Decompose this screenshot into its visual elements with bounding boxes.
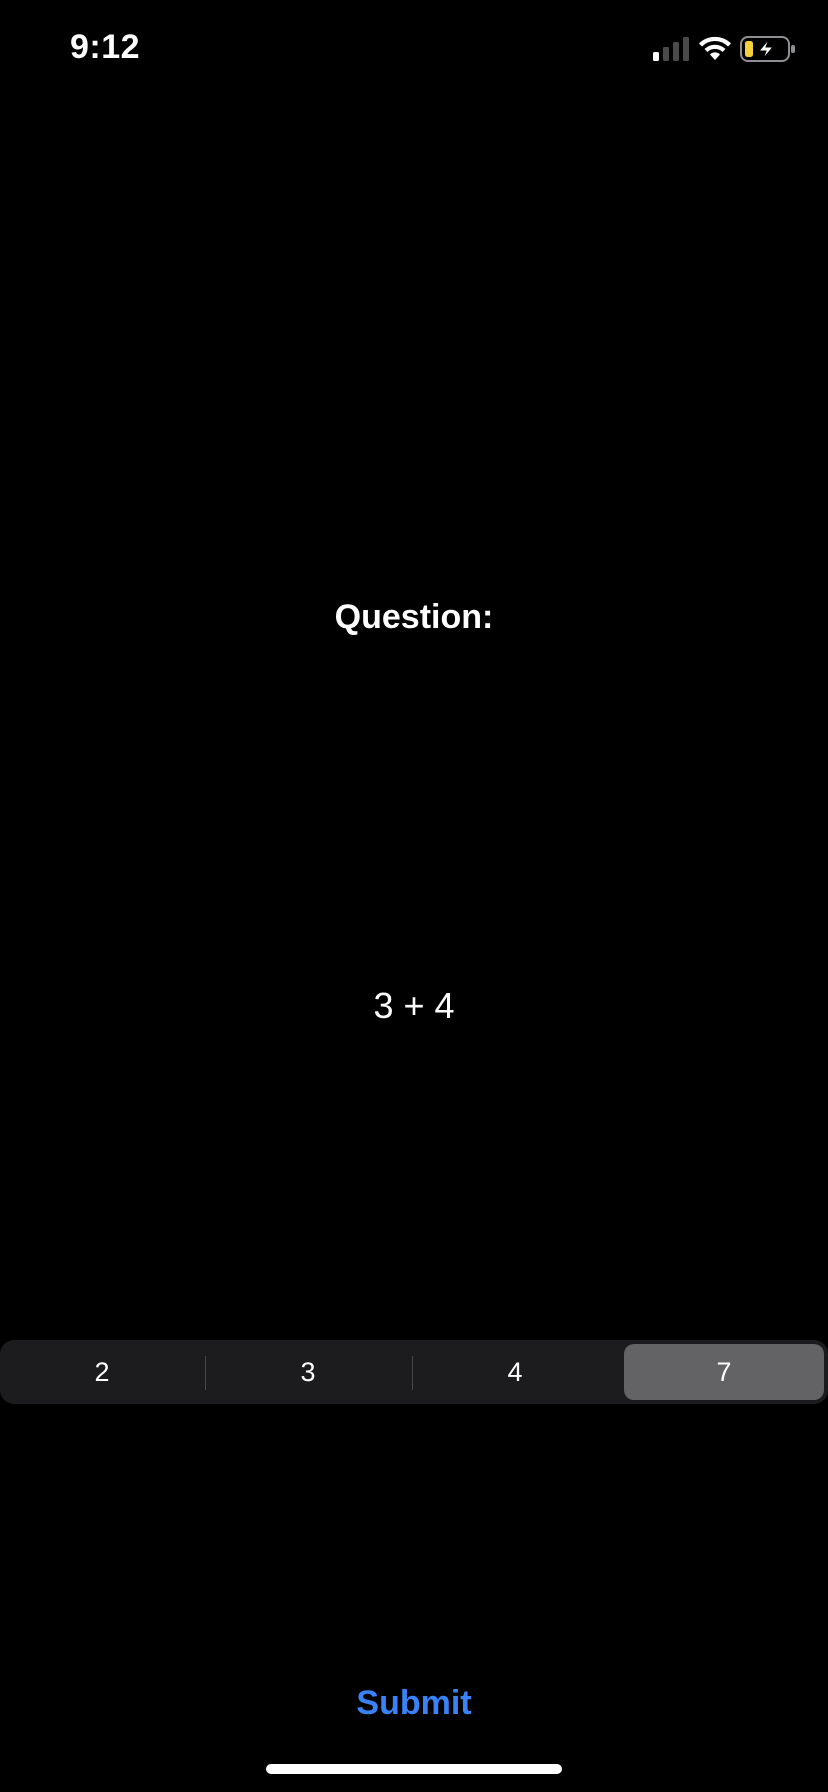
cellular-signal-icon — [653, 37, 689, 61]
answer-option-2[interactable]: 2 — [2, 1344, 202, 1400]
segment-divider — [412, 1356, 413, 1390]
answer-option-4[interactable]: 4 — [415, 1344, 615, 1400]
answer-option-3[interactable]: 3 — [208, 1344, 408, 1400]
status-bar: 9:12 — [0, 0, 828, 100]
status-icons — [650, 34, 800, 64]
status-time: 9:12 — [70, 28, 141, 66]
question-expression: 3 + 4 — [373, 985, 455, 1026]
home-indicator[interactable] — [266, 1764, 562, 1774]
answer-segmented-control[interactable]: 2 3 4 7 — [0, 1340, 828, 1404]
submit-button[interactable]: Submit — [314, 1676, 514, 1730]
segment-divider — [205, 1356, 206, 1390]
wifi-icon — [699, 36, 731, 60]
answer-option-7-selected[interactable]: 7 — [624, 1344, 824, 1400]
battery-charging-icon — [740, 36, 795, 62]
question-title: Question: — [334, 598, 494, 636]
